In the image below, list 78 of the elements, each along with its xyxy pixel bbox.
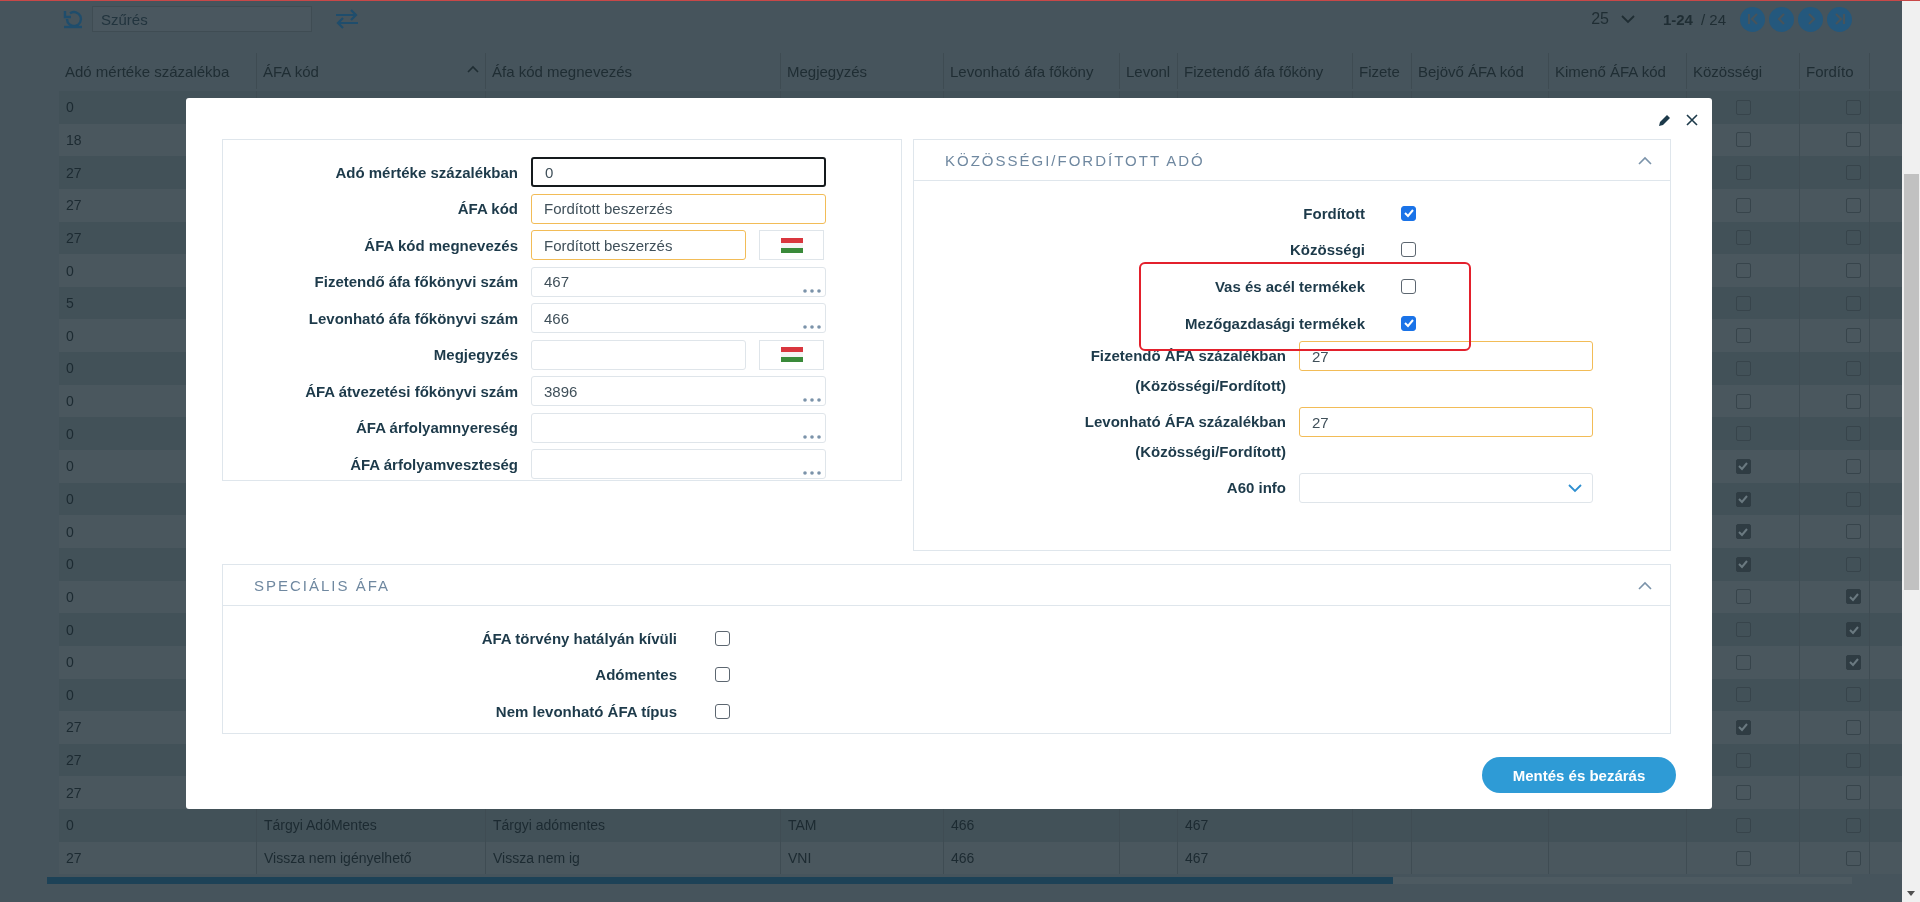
checkbox-label: Adómentes (595, 666, 677, 684)
flag-icon (780, 237, 803, 253)
field-label: Megjegyzés (432, 346, 518, 364)
field-label: Levonható ÁFA százalékban (1084, 412, 1286, 433)
next-page-button[interactable] (1798, 6, 1823, 32)
field-label: ÁFA árfolyamveszteség (349, 455, 518, 473)
checkbox-label: Közösségi (1290, 241, 1365, 259)
last-page-button[interactable] (1827, 6, 1852, 32)
input-field[interactable]: 467 (531, 266, 826, 297)
field-label: Fizetendő áfa főkönyvi szám (313, 273, 518, 291)
ellipsis-icon[interactable] (803, 471, 821, 476)
checkbox[interactable] (715, 630, 730, 646)
checkbox[interactable] (1846, 622, 1861, 638)
ellipsis-icon[interactable] (803, 398, 821, 403)
ellipsis-icon[interactable] (803, 434, 821, 439)
ellipsis-icon[interactable] (803, 325, 821, 330)
checkbox[interactable] (715, 704, 730, 719)
field-label: Adó mértéke százalékban (334, 163, 518, 181)
vertical-scrollbar[interactable] (1904, 174, 1919, 590)
checkbox-label: ÁFA törvény hatályán kívüli (481, 629, 677, 647)
input-field[interactable]: 466 (531, 303, 826, 334)
swap-icon[interactable] (334, 9, 360, 29)
refresh-icon[interactable] (62, 9, 84, 29)
field-note: (Közösségi/Fordított) (1135, 442, 1286, 463)
field-label: Levonható áfa főkönyvi szám (307, 309, 518, 327)
previous-page-button[interactable] (1769, 6, 1794, 32)
translate-button[interactable] (759, 230, 824, 261)
input-field[interactable] (531, 339, 746, 370)
save-and-close-button[interactable]: Mentés és bezárás (1482, 757, 1676, 793)
input-field[interactable]: 3896 (531, 376, 826, 407)
field-label: ÁFA árfolyamnyereség (355, 419, 518, 437)
checkbox[interactable] (1735, 458, 1751, 474)
scroll-down-icon[interactable] (1907, 891, 1915, 897)
first-page-icon (1745, 12, 1760, 26)
field-note: (Közösségi/Fordított) (1135, 376, 1286, 397)
checkbox[interactable] (1401, 279, 1416, 294)
input-field[interactable]: Fordított beszerzés (531, 193, 826, 224)
input-field[interactable]: Fordított beszerzés (531, 230, 746, 261)
chevron-down-icon (1568, 483, 1582, 493)
checkbox[interactable] (1846, 654, 1861, 670)
field-label: A60 info (1226, 478, 1286, 499)
field-label: ÁFA kód (456, 200, 518, 218)
translate-button[interactable] (759, 339, 824, 370)
field-label: Fizetendő ÁFA százalékban (1090, 346, 1286, 367)
input-field[interactable]: 0 (531, 157, 826, 188)
checkbox[interactable] (1735, 720, 1751, 735)
first-page-button[interactable] (1740, 6, 1765, 32)
input-field[interactable]: 27 (1299, 341, 1593, 372)
input-field[interactable] (531, 412, 826, 443)
checkbox[interactable] (1401, 242, 1416, 258)
ellipsis-icon[interactable] (803, 288, 821, 293)
checkbox[interactable] (1401, 315, 1416, 331)
input-field[interactable] (531, 449, 826, 480)
checkbox-label: Mezőgazdasági termékek (1184, 314, 1365, 332)
checkbox-label: Vas és acél termékek (1214, 278, 1365, 295)
chevron-down-icon (1620, 14, 1635, 24)
last-page-icon (1832, 12, 1847, 26)
input-field[interactable]: 27 (1299, 407, 1593, 438)
section-title: SPECIÁLIS ÁFA (254, 576, 391, 594)
checkbox[interactable] (715, 667, 730, 683)
close-icon[interactable] (1686, 114, 1698, 126)
select-field[interactable] (1299, 473, 1593, 504)
checkbox-label: Nem levonható ÁFA típus (495, 703, 677, 720)
flag-icon (780, 347, 803, 363)
section-title: KÖZÖSSÉGI/FORDÍTOTT ADÓ (945, 151, 1205, 169)
checkbox[interactable] (1401, 205, 1416, 221)
checkbox[interactable] (1735, 491, 1751, 507)
field-label: ÁFA kód megnevezés (363, 236, 518, 254)
sort-caret-icon (467, 65, 479, 73)
checkbox[interactable] (1735, 524, 1751, 540)
horizontal-scrollbar[interactable] (47, 877, 1393, 885)
checkbox-label: Fordított (1303, 204, 1365, 222)
chevron-icon[interactable] (1638, 580, 1652, 590)
checkbox[interactable] (1846, 589, 1861, 605)
chevron-icon[interactable] (1638, 155, 1652, 165)
field-label: ÁFA átvezetési főkönyvi szám (304, 382, 518, 400)
checkbox[interactable] (1735, 556, 1751, 572)
pencil-icon[interactable] (1658, 113, 1672, 127)
